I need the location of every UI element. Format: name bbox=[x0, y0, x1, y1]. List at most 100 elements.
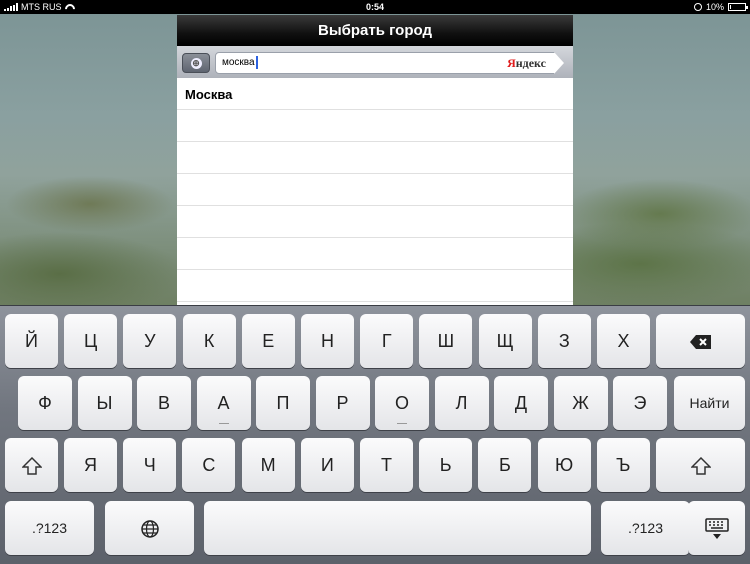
key-ъ[interactable]: Ъ bbox=[596, 438, 650, 492]
key-ж[interactable]: Ж bbox=[553, 376, 608, 430]
shift-icon bbox=[690, 457, 711, 475]
key-у[interactable]: У bbox=[123, 314, 177, 368]
key-label: Ж bbox=[572, 393, 589, 413]
key-label: И bbox=[320, 455, 334, 475]
key-label: Ч bbox=[143, 455, 156, 475]
yandex-logo: Яндекс bbox=[507, 56, 546, 70]
rotation-lock-icon bbox=[693, 3, 702, 11]
search-field-arrow bbox=[554, 52, 564, 74]
shift-key-left[interactable] bbox=[5, 438, 58, 492]
key-label: Ь bbox=[439, 455, 452, 475]
result-row bbox=[177, 206, 573, 238]
key-label: Э bbox=[633, 393, 647, 413]
key-label: Щ bbox=[496, 331, 514, 351]
result-row bbox=[177, 110, 573, 142]
key-я[interactable]: Я bbox=[64, 438, 117, 492]
key-label: Р bbox=[336, 393, 349, 413]
key-ш[interactable]: Ш bbox=[419, 314, 473, 368]
key-label: Т bbox=[381, 455, 392, 475]
key-label: В bbox=[157, 393, 170, 413]
key-ф[interactable]: Ф bbox=[18, 376, 72, 430]
result-row bbox=[177, 174, 573, 206]
search-bar: ⊕ москва Яндекс bbox=[177, 46, 573, 78]
key-ю[interactable]: Ю bbox=[537, 438, 591, 492]
onscreen-keyboard: Й Ц У К Е Н Г Ш Щ З Х Ф Ы В А П Р О Л Д Ж Э Найти Я Ч С М И Т Ь Б Ю Ъ .?1… bbox=[0, 305, 750, 564]
backspace-icon bbox=[689, 335, 711, 350]
key-д[interactable]: Д bbox=[494, 376, 548, 430]
hide-keyboard-key[interactable] bbox=[688, 501, 745, 555]
key-а[interactable]: А bbox=[196, 376, 251, 430]
globe-key[interactable] bbox=[105, 501, 194, 555]
result-row bbox=[177, 238, 573, 270]
key-label: Й bbox=[25, 331, 38, 351]
key-х[interactable]: Х bbox=[597, 314, 650, 368]
key-label: Д bbox=[514, 393, 528, 413]
city-picker-popover: Выбрать город ⊕ москва Яндекс Москва bbox=[177, 15, 573, 306]
locate-icon: ⊕ bbox=[190, 57, 202, 69]
key-label: З bbox=[558, 331, 570, 351]
battery-fill bbox=[730, 5, 732, 9]
key-й[interactable]: Й bbox=[5, 314, 58, 368]
key-label: Ш bbox=[437, 331, 455, 351]
key-label: К bbox=[203, 331, 215, 351]
clock: 0:54 bbox=[365, 2, 384, 12]
key-э[interactable]: Э bbox=[613, 376, 667, 430]
key-label: Ю bbox=[555, 455, 574, 475]
home-row-marker bbox=[218, 423, 229, 424]
key-м[interactable]: М bbox=[241, 438, 295, 492]
search-go-key[interactable]: Найти bbox=[674, 376, 745, 430]
status-bar: MTS RUS 0:54 10% bbox=[0, 0, 750, 14]
key-label: П bbox=[276, 393, 290, 413]
results-list: Москва bbox=[177, 78, 573, 302]
key-ы[interactable]: Ы bbox=[77, 376, 132, 430]
key-в[interactable]: В bbox=[137, 376, 191, 430]
key-о[interactable]: О bbox=[375, 376, 429, 430]
search-query: москва bbox=[222, 57, 255, 68]
text-cursor bbox=[255, 55, 258, 69]
key-с[interactable]: С bbox=[182, 438, 236, 492]
locate-button[interactable]: ⊕ bbox=[182, 53, 210, 73]
result-row bbox=[177, 142, 573, 174]
key-label: Ц bbox=[84, 331, 98, 351]
key-label: Ъ bbox=[616, 455, 631, 475]
status-right: 10% bbox=[693, 0, 748, 14]
key-label: Ы bbox=[96, 393, 113, 413]
result-row[interactable]: Москва bbox=[177, 78, 573, 110]
key-з[interactable]: З bbox=[537, 314, 591, 368]
key-к[interactable]: К bbox=[182, 314, 236, 368]
key-щ[interactable]: Щ bbox=[478, 314, 532, 368]
backspace-key[interactable] bbox=[656, 314, 745, 368]
space-key[interactable] bbox=[204, 501, 591, 555]
search-input[interactable]: москва Яндекс bbox=[215, 52, 555, 74]
key-б[interactable]: Б bbox=[478, 438, 532, 492]
shift-icon bbox=[21, 457, 42, 475]
key-г[interactable]: Г bbox=[360, 314, 414, 368]
numbers-key-left[interactable]: .?123 bbox=[5, 501, 94, 555]
key-label: Найти bbox=[689, 395, 730, 411]
key-р[interactable]: Р bbox=[315, 376, 370, 430]
key-т[interactable]: Т bbox=[360, 438, 413, 492]
popover-title: Выбрать город bbox=[177, 15, 573, 46]
home-row-marker bbox=[397, 423, 407, 424]
key-е[interactable]: Е bbox=[241, 314, 295, 368]
result-row bbox=[177, 270, 573, 302]
shift-key-right[interactable] bbox=[656, 438, 745, 492]
key-label: А bbox=[217, 393, 230, 413]
key-п[interactable]: П bbox=[256, 376, 310, 430]
key-н[interactable]: Н bbox=[301, 314, 354, 368]
key-ц[interactable]: Ц bbox=[64, 314, 118, 368]
numbers-key-right[interactable]: .?123 bbox=[601, 501, 690, 555]
key-л[interactable]: Л bbox=[434, 376, 489, 430]
key-label: О bbox=[394, 393, 409, 413]
key-label: .?123 bbox=[31, 520, 68, 536]
key-label: Б bbox=[498, 455, 511, 475]
key-label: У bbox=[144, 331, 156, 351]
key-label: Ф bbox=[38, 393, 52, 413]
key-label: Х bbox=[617, 331, 630, 351]
key-ь[interactable]: Ь bbox=[419, 438, 473, 492]
key-label: Я bbox=[84, 455, 97, 475]
battery-icon bbox=[728, 3, 748, 11]
key-и[interactable]: И bbox=[300, 438, 354, 492]
key-label: Е bbox=[262, 331, 275, 351]
key-ч[interactable]: Ч bbox=[123, 438, 177, 492]
